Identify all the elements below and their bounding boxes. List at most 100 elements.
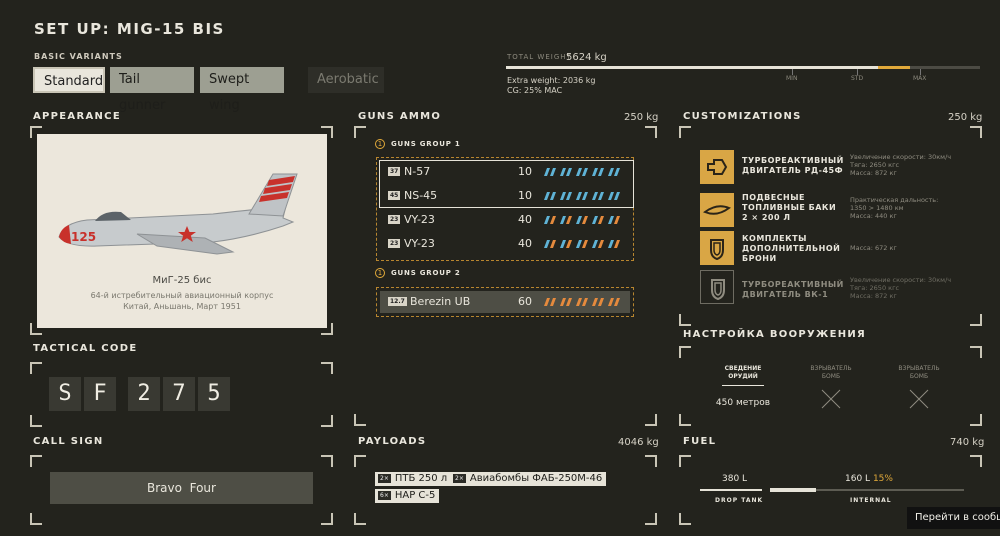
payload-name: ПТБ 250 л	[394, 473, 448, 484]
armament-settings-label: НАСТРОЙКА ВООРУЖЕНИЯ	[683, 329, 867, 340]
convergence-value[interactable]: 450 метров	[708, 398, 778, 408]
gun-name: N-57	[404, 165, 431, 178]
gun-name: VY-23	[404, 237, 435, 250]
payload-name: НАР С-5	[394, 490, 436, 501]
tooltip-message[interactable]: Перейти в сообщ	[907, 507, 1000, 529]
payload-count-tag: 2×	[453, 474, 466, 483]
aircraft-caption-title: МиГ-25 бис	[152, 275, 212, 286]
ammo-stripes-blue	[544, 192, 620, 200]
gun-row-berezin[interactable]: 12.7 Berezin UB 60	[380, 292, 632, 312]
ammo-stripes-blue	[544, 168, 620, 176]
aircraft-caption-line2: Китай, Аньшань, Март 1951	[123, 302, 241, 311]
gun-row-n57[interactable]: 37 N-57 10	[380, 162, 632, 182]
guns-ammo-label: GUNS AMMO	[358, 111, 442, 122]
gun-caliber-tag: 12.7	[388, 297, 407, 306]
convergence-label: СВЕДЕНИЕ ОРУДИЙ	[724, 365, 762, 380]
variants-label: BASIC VARIANTS	[34, 52, 123, 61]
ammo-stripes-mixed	[544, 240, 620, 248]
gun-row-vy23-2[interactable]: 23 VY-23 40	[380, 234, 632, 254]
customizations-label: CUSTOMIZATIONS	[683, 111, 802, 122]
tactical-code-char-5[interactable]: 5	[198, 377, 230, 411]
gun-count: 40	[518, 237, 532, 250]
customization-desc: Практическая дальность: 1350 > 1480 км Мас…	[850, 196, 939, 220]
gun-count: 40	[518, 213, 532, 226]
gun-caliber-tag: 37	[388, 167, 401, 176]
fuel-label: FUEL	[683, 436, 717, 447]
bomb-fuze-label-2: ВЗРЫВАТЕЛЬ БОМБ	[898, 365, 940, 380]
weight-std-label: STD	[851, 75, 864, 82]
payloads-weight: 4046 kg	[618, 437, 659, 448]
engine-vk1-icon[interactable]	[700, 270, 734, 304]
tactical-code-char-4[interactable]: 7	[163, 377, 195, 411]
weight-min-label: MIN	[786, 75, 798, 82]
payload-name: Авиабомбы ФАБ-250М-46	[469, 473, 603, 484]
gun-count: 60	[518, 295, 532, 308]
bomb-fuze-label: ВЗРЫВАТЕЛЬ БОМБ	[810, 365, 852, 380]
customization-desc: Масса: 672 кг	[850, 244, 897, 252]
payload-item-ptb[interactable]: 2× ПТБ 250 л	[375, 472, 452, 486]
customization-name: ТУРБОРЕАКТИВНЫЙ ДВИГАТЕЛЬ РД-45Ф	[742, 156, 844, 175]
tactical-code-char-2[interactable]: F	[84, 377, 116, 411]
payloads-label: PAYLOADS	[358, 436, 427, 447]
guns-group2-badge: 1	[375, 268, 385, 278]
gun-name: VY-23	[404, 213, 435, 226]
ammo-stripes-orange	[544, 298, 620, 306]
payload-item-nar[interactable]: 6× НАР С-5	[375, 489, 440, 503]
customizations-weight: 250 kg	[948, 112, 983, 123]
armor-icon[interactable]	[700, 231, 734, 265]
internal-label: INTERNAL	[850, 497, 892, 504]
gun-name: NS-45	[404, 189, 438, 202]
drop-tank-label: DROP TANK	[715, 497, 764, 504]
gun-caliber-tag: 23	[388, 239, 401, 248]
page-title: SET UP: MIG-15 BIS	[34, 20, 225, 38]
total-weight-value: 5624 kg	[566, 52, 607, 63]
customization-name: КОМПЛЕКТЫ ДОПОЛНИТЕЛЬНОЙ БРОНИ	[742, 234, 841, 263]
tactical-code-label: TACTICAL CODE	[33, 343, 138, 354]
close-icon[interactable]	[820, 388, 842, 410]
gun-count: 10	[518, 189, 532, 202]
aircraft-card[interactable]: 125 МиГ-25 бис 64-й истребительный авиац…	[37, 134, 327, 328]
fuel-weight: 740 kg	[950, 437, 985, 448]
armament-panel	[679, 346, 982, 426]
payload-item-fab250[interactable]: 2× Авиабомбы ФАБ-250М-46	[450, 472, 607, 486]
cg-text: CG: 25% MAC	[507, 86, 563, 95]
engine-icon[interactable]	[700, 150, 734, 184]
plane-number: 125	[71, 230, 97, 244]
gun-count: 10	[518, 165, 532, 178]
customization-name: ТУРБОРЕАКТИВНЫЙ ДВИГАТЕЛЬ ВК-1	[742, 280, 844, 299]
weight-bar-fill	[506, 66, 878, 69]
customization-desc: Увеличение скорости: 30км/ч Тяга: 2650 кг…	[850, 153, 952, 177]
aircraft-caption-line1: 64-й истребительный авиационный корпус	[90, 291, 274, 300]
fuel-slider[interactable]	[700, 488, 964, 492]
weight-bar	[506, 66, 980, 69]
close-icon[interactable]	[908, 388, 930, 410]
fuel-tank-icon[interactable]	[700, 193, 734, 227]
gun-caliber-tag: 23	[388, 215, 401, 224]
tactical-code-char-1[interactable]: S	[49, 377, 81, 411]
variant-tail-gunner-button[interactable]: Tail gunner	[110, 67, 194, 113]
internal-fuel-value: 160 L 15%	[845, 474, 893, 484]
call-sign-label: CALL SIGN	[33, 436, 104, 447]
variant-standard-button[interactable]: Standard	[33, 67, 105, 93]
gun-row-ns45[interactable]: 45 NS-45 10	[380, 186, 632, 206]
customization-desc: Увеличение скорости: 30км/ч Тяга: 2650 кг…	[850, 276, 952, 300]
gun-name: Berezin UB	[410, 295, 471, 308]
variant-swept-wing-button[interactable]: Swept wing	[200, 67, 284, 113]
customization-name: ПОДВЕСНЫЕ ТОПЛИВНЫЕ БАКИ 2 × 200 Л	[742, 193, 837, 222]
tactical-code-char-3[interactable]: 2	[128, 377, 160, 411]
guns-ammo-weight: 250 kg	[624, 112, 659, 123]
appearance-label: APPEARANCE	[33, 111, 121, 122]
call-sign-input[interactable]: Bravo Four	[50, 472, 313, 504]
variant-aerobatic-button[interactable]: Aerobatic	[308, 67, 384, 93]
weight-bar-extra	[878, 66, 910, 69]
payload-count-tag: 2×	[378, 474, 391, 483]
drop-tank-value: 380 L	[722, 474, 748, 484]
extra-weight-text: Extra weight: 2036 kg	[507, 76, 596, 85]
payload-count-tag: 6×	[378, 491, 391, 500]
weight-max-label: MAX	[913, 75, 927, 82]
guns-group1-badge: 1	[375, 139, 385, 149]
gun-row-vy23-1[interactable]: 23 VY-23 40	[380, 210, 632, 230]
guns-group2-label: GUNS GROUP 2	[391, 269, 461, 277]
total-weight-label: TOTAL WEIGHT	[507, 53, 572, 61]
guns-group1-label: GUNS GROUP 1	[391, 140, 461, 148]
